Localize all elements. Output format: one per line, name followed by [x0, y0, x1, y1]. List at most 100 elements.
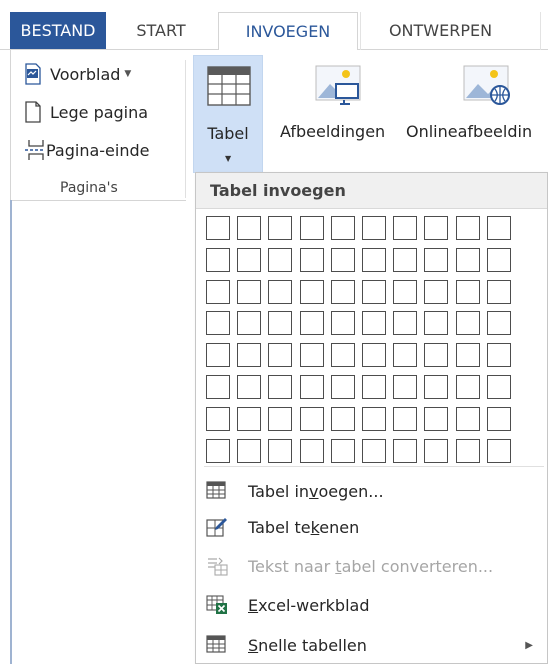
- table-grid-cell[interactable]: [237, 311, 261, 335]
- table-grid-cell[interactable]: [424, 311, 448, 335]
- table-grid-cell[interactable]: [424, 375, 448, 399]
- excel-icon: [206, 595, 228, 615]
- quick-tables-menu-item[interactable]: Snelle tabellen ▶: [196, 627, 547, 663]
- menu-item-label: Tabel tekenen: [248, 517, 360, 537]
- table-grid-cell[interactable]: [237, 407, 261, 431]
- table-grid-cell[interactable]: [206, 248, 230, 272]
- table-grid-cell[interactable]: [331, 407, 355, 431]
- table-grid-cell[interactable]: [393, 280, 417, 304]
- table-grid-cell[interactable]: [300, 343, 324, 367]
- tab-file[interactable]: BESTAND: [10, 12, 106, 49]
- table-grid-cell[interactable]: [206, 407, 230, 431]
- table-grid-cell[interactable]: [300, 280, 324, 304]
- table-grid-cell[interactable]: [268, 407, 292, 431]
- table-grid-cell[interactable]: [331, 439, 355, 463]
- table-grid-cell[interactable]: [268, 439, 292, 463]
- table-grid-cell[interactable]: [362, 280, 386, 304]
- table-grid-cell[interactable]: [237, 343, 261, 367]
- table-grid-cell[interactable]: [487, 407, 511, 431]
- table-grid-cell[interactable]: [300, 216, 324, 240]
- table-grid-cell[interactable]: [362, 311, 386, 335]
- table-grid-cell[interactable]: [331, 280, 355, 304]
- table-grid-cell[interactable]: [393, 439, 417, 463]
- insert-table-menu-item[interactable]: Tabel invoegen...: [196, 473, 547, 509]
- table-grid-cell[interactable]: [331, 375, 355, 399]
- table-grid-cell[interactable]: [362, 248, 386, 272]
- draw-table-icon: [206, 517, 228, 537]
- table-grid-cell[interactable]: [393, 311, 417, 335]
- table-grid-cell[interactable]: [393, 375, 417, 399]
- menu-separator: [204, 466, 544, 467]
- table-grid-cell[interactable]: [487, 439, 511, 463]
- table-grid-cell[interactable]: [237, 375, 261, 399]
- tab-design[interactable]: ONTWERPEN: [360, 12, 520, 50]
- table-grid-cell[interactable]: [456, 439, 480, 463]
- table-grid-cell[interactable]: [393, 216, 417, 240]
- table-grid-cell[interactable]: [456, 216, 480, 240]
- convert-text-to-table-menu-item[interactable]: Tekst naar tabel converteren...: [196, 548, 547, 584]
- cover-page-button[interactable]: Voorblad ▼: [24, 60, 131, 88]
- tab-insert[interactable]: INVOEGEN: [218, 12, 358, 51]
- blank-page-button[interactable]: Lege pagina: [24, 98, 148, 126]
- table-grid-cell[interactable]: [487, 311, 511, 335]
- table-grid-cell[interactable]: [331, 248, 355, 272]
- table-grid-cell[interactable]: [456, 311, 480, 335]
- tab-overflow[interactable]: [540, 12, 548, 50]
- table-grid-cell[interactable]: [237, 216, 261, 240]
- table-grid-cell[interactable]: [300, 248, 324, 272]
- table-grid-cell[interactable]: [487, 375, 511, 399]
- table-grid-cell[interactable]: [424, 407, 448, 431]
- table-grid-cell[interactable]: [300, 407, 324, 431]
- table-grid-cell[interactable]: [206, 216, 230, 240]
- table-grid-cell[interactable]: [487, 216, 511, 240]
- table-grid-cell[interactable]: [300, 439, 324, 463]
- table-grid-cell[interactable]: [268, 343, 292, 367]
- table-grid-cell[interactable]: [331, 343, 355, 367]
- table-grid-cell[interactable]: [268, 248, 292, 272]
- table-grid-cell[interactable]: [424, 439, 448, 463]
- table-grid-cell[interactable]: [424, 216, 448, 240]
- table-grid-cell[interactable]: [487, 248, 511, 272]
- table-grid-cell[interactable]: [206, 375, 230, 399]
- table-grid-cell[interactable]: [268, 311, 292, 335]
- table-grid-cell[interactable]: [206, 439, 230, 463]
- table-grid-cell[interactable]: [487, 343, 511, 367]
- table-grid-cell[interactable]: [362, 439, 386, 463]
- table-grid-cell[interactable]: [362, 375, 386, 399]
- table-grid-cell[interactable]: [456, 343, 480, 367]
- table-grid-cell[interactable]: [393, 248, 417, 272]
- table-grid-cell[interactable]: [237, 280, 261, 304]
- table-grid-cell[interactable]: [300, 375, 324, 399]
- table-grid-cell[interactable]: [424, 280, 448, 304]
- table-grid-cell[interactable]: [456, 248, 480, 272]
- table-grid-cell[interactable]: [268, 280, 292, 304]
- table-grid-cell[interactable]: [362, 343, 386, 367]
- table-button[interactable]: Tabel ▼: [193, 55, 263, 173]
- draw-table-menu-item[interactable]: Tabel tekenen: [196, 509, 547, 545]
- excel-spreadsheet-menu-item[interactable]: Excel-werkblad: [196, 587, 547, 623]
- table-grid-cell[interactable]: [206, 311, 230, 335]
- table-grid-cell[interactable]: [237, 439, 261, 463]
- table-grid-cell[interactable]: [362, 407, 386, 431]
- table-grid-cell[interactable]: [268, 216, 292, 240]
- page-break-button[interactable]: Pagina-einde: [24, 136, 149, 164]
- table-grid-cell[interactable]: [206, 343, 230, 367]
- table-grid-cell[interactable]: [331, 216, 355, 240]
- table-grid-cell[interactable]: [424, 343, 448, 367]
- table-grid-cell[interactable]: [487, 280, 511, 304]
- table-grid-cell[interactable]: [300, 311, 324, 335]
- table-grid-cell[interactable]: [456, 280, 480, 304]
- table-grid-cell[interactable]: [456, 407, 480, 431]
- table-grid-cell[interactable]: [393, 407, 417, 431]
- table-grid-cell[interactable]: [237, 248, 261, 272]
- table-grid-cell[interactable]: [424, 248, 448, 272]
- table-grid-cell[interactable]: [268, 375, 292, 399]
- online-pictures-button[interactable]: Onlineafbeeldin: [406, 62, 548, 172]
- table-grid-cell[interactable]: [331, 311, 355, 335]
- table-grid-cell[interactable]: [362, 216, 386, 240]
- pictures-button[interactable]: Afbeeldingen: [280, 62, 400, 172]
- tab-start[interactable]: START: [116, 12, 206, 50]
- table-grid-cell[interactable]: [393, 343, 417, 367]
- table-grid-cell[interactable]: [206, 280, 230, 304]
- table-grid-cell[interactable]: [456, 375, 480, 399]
